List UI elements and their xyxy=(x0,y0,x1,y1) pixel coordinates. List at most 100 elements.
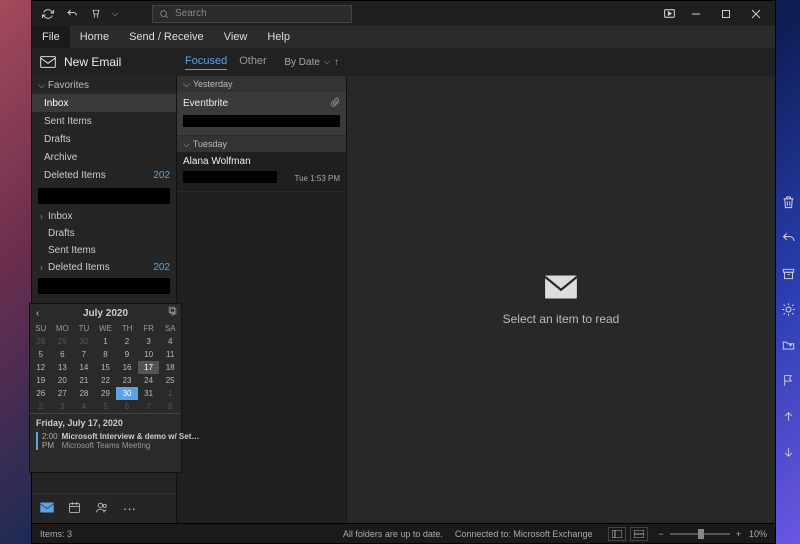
nav-mail-icon[interactable] xyxy=(40,501,54,516)
calendar-day[interactable]: 12 xyxy=(30,361,52,374)
calendar-day[interactable]: 11 xyxy=(159,348,181,361)
calendar-day[interactable]: 5 xyxy=(30,348,52,361)
calendar-day[interactable]: 14 xyxy=(73,361,95,374)
calendar-day[interactable]: 1 xyxy=(95,335,117,348)
new-email-button[interactable]: New Email xyxy=(32,48,177,76)
calendar-day[interactable]: 30 xyxy=(73,335,95,348)
calendar-day[interactable]: 19 xyxy=(30,374,52,387)
calendar-day[interactable]: 4 xyxy=(159,335,181,348)
zoom-out-icon[interactable]: − xyxy=(658,529,663,539)
folder-archive[interactable]: Archive xyxy=(32,148,176,166)
view-reading-button[interactable] xyxy=(630,527,648,541)
qat-dropdown-icon[interactable]: ⌵ xyxy=(108,2,122,26)
calendar-day[interactable]: 8 xyxy=(95,348,117,361)
calendar-day[interactable]: 2 xyxy=(116,335,138,348)
menu-file[interactable]: File xyxy=(32,26,70,48)
calendar-day[interactable]: 21 xyxy=(73,374,95,387)
sync-icon[interactable] xyxy=(36,2,60,26)
calendar-day[interactable]: 18 xyxy=(159,361,181,374)
calendar-day[interactable]: 7 xyxy=(138,400,160,413)
sort-direction-icon[interactable]: ↑ xyxy=(334,57,339,68)
calendar-day[interactable]: 1 xyxy=(159,387,181,400)
zoom-slider[interactable] xyxy=(670,533,730,535)
calendar-day[interactable]: 25 xyxy=(159,374,181,387)
close-button[interactable] xyxy=(741,2,771,26)
menu-home[interactable]: Home xyxy=(70,26,119,48)
message-item[interactable]: Alana Wolfman Tue 1:53 PM xyxy=(177,152,346,192)
calendar-day[interactable]: 4 xyxy=(73,400,95,413)
menu-help[interactable]: Help xyxy=(257,26,300,48)
message-item[interactable]: Eventbrite xyxy=(177,92,346,136)
calendar-day[interactable]: 22 xyxy=(95,374,117,387)
tree-inbox[interactable]: ›Inbox xyxy=(32,208,176,225)
folder-deleted[interactable]: Deleted Items 202 xyxy=(32,166,176,184)
calendar-day[interactable]: 13 xyxy=(52,361,74,374)
folder-drafts[interactable]: Drafts xyxy=(32,130,176,148)
zoom-control[interactable]: − + 10% xyxy=(658,529,767,539)
group-tuesday[interactable]: Tuesday xyxy=(177,136,346,152)
tab-focused[interactable]: Focused xyxy=(185,55,227,70)
nav-people-icon[interactable] xyxy=(95,501,109,517)
account-header-2[interactable] xyxy=(38,278,170,294)
calendar-day[interactable]: 6 xyxy=(116,400,138,413)
calendar-day[interactable]: 20 xyxy=(52,374,74,387)
tree-drafts[interactable]: Drafts xyxy=(32,225,176,242)
calendar-day[interactable]: 16 xyxy=(116,361,138,374)
pin-icon[interactable] xyxy=(168,306,177,317)
undo-icon[interactable] xyxy=(60,2,84,26)
cal-dow: WE xyxy=(95,322,117,335)
calendar-day[interactable]: 29 xyxy=(95,387,117,400)
cal-prev-icon[interactable]: ‹ xyxy=(36,308,39,319)
calendar-day[interactable]: 26 xyxy=(30,387,52,400)
zoom-in-icon[interactable]: + xyxy=(736,529,741,539)
calendar-day[interactable]: 31 xyxy=(138,387,160,400)
down-arrow-icon[interactable] xyxy=(782,445,795,463)
agenda-item[interactable]: 2:00 PM Microsoft Interview & demo w/ Se… xyxy=(36,432,175,450)
calendar-day[interactable]: 9 xyxy=(116,348,138,361)
minimize-button[interactable] xyxy=(681,2,711,26)
maximize-button[interactable] xyxy=(711,2,741,26)
calendar-day[interactable]: 23 xyxy=(116,374,138,387)
up-arrow-icon[interactable] xyxy=(782,409,795,427)
undo-icon[interactable] xyxy=(781,231,796,249)
delete-icon[interactable] xyxy=(781,194,796,213)
nav-calendar-icon[interactable] xyxy=(68,501,81,517)
move-icon[interactable] xyxy=(781,338,796,355)
calendar-day[interactable]: 3 xyxy=(138,335,160,348)
account-header[interactable] xyxy=(38,188,170,204)
quick-access-icon[interactable] xyxy=(84,2,108,26)
calendar-day[interactable]: 29 xyxy=(52,335,74,348)
tree-deleted[interactable]: ›Deleted Items 202 xyxy=(32,259,176,276)
favorites-header[interactable]: Favorites xyxy=(32,76,176,94)
archive-icon[interactable] xyxy=(781,267,796,284)
calendar-day[interactable]: 3 xyxy=(52,400,74,413)
reading-empty-text: Select an item to read xyxy=(503,312,620,326)
calendar-day[interactable]: 8 xyxy=(159,400,181,413)
tab-other[interactable]: Other xyxy=(239,55,267,70)
coming-soon-icon[interactable] xyxy=(657,2,681,26)
group-yesterday[interactable]: Yesterday xyxy=(177,76,346,92)
calendar-day[interactable]: 27 xyxy=(52,387,74,400)
folder-sent[interactable]: Sent Items xyxy=(32,112,176,130)
calendar-day[interactable]: 28 xyxy=(73,387,95,400)
tree-sent[interactable]: Sent Items xyxy=(32,242,176,259)
calendar-day[interactable]: 30 xyxy=(116,387,138,400)
menu-sendreceive[interactable]: Send / Receive xyxy=(119,26,214,48)
calendar-day[interactable]: 5 xyxy=(95,400,117,413)
calendar-day[interactable]: 15 xyxy=(95,361,117,374)
settings-icon[interactable] xyxy=(781,302,796,320)
calendar-day[interactable]: 28 xyxy=(30,335,52,348)
calendar-day[interactable]: 24 xyxy=(138,374,160,387)
calendar-day[interactable]: 7 xyxy=(73,348,95,361)
calendar-day[interactable]: 6 xyxy=(52,348,74,361)
search-input[interactable]: Search xyxy=(152,5,352,23)
view-normal-button[interactable] xyxy=(608,527,626,541)
flag-icon[interactable] xyxy=(782,373,795,391)
calendar-day[interactable]: 10 xyxy=(138,348,160,361)
menu-view[interactable]: View xyxy=(214,26,258,48)
calendar-day[interactable]: 17 xyxy=(138,361,160,374)
sort-by-date[interactable]: By Date ⌵ ↑ xyxy=(284,57,339,68)
folder-inbox[interactable]: Inbox xyxy=(32,94,176,112)
nav-more-icon[interactable]: ··· xyxy=(123,501,136,516)
calendar-day[interactable]: 2 xyxy=(30,400,52,413)
